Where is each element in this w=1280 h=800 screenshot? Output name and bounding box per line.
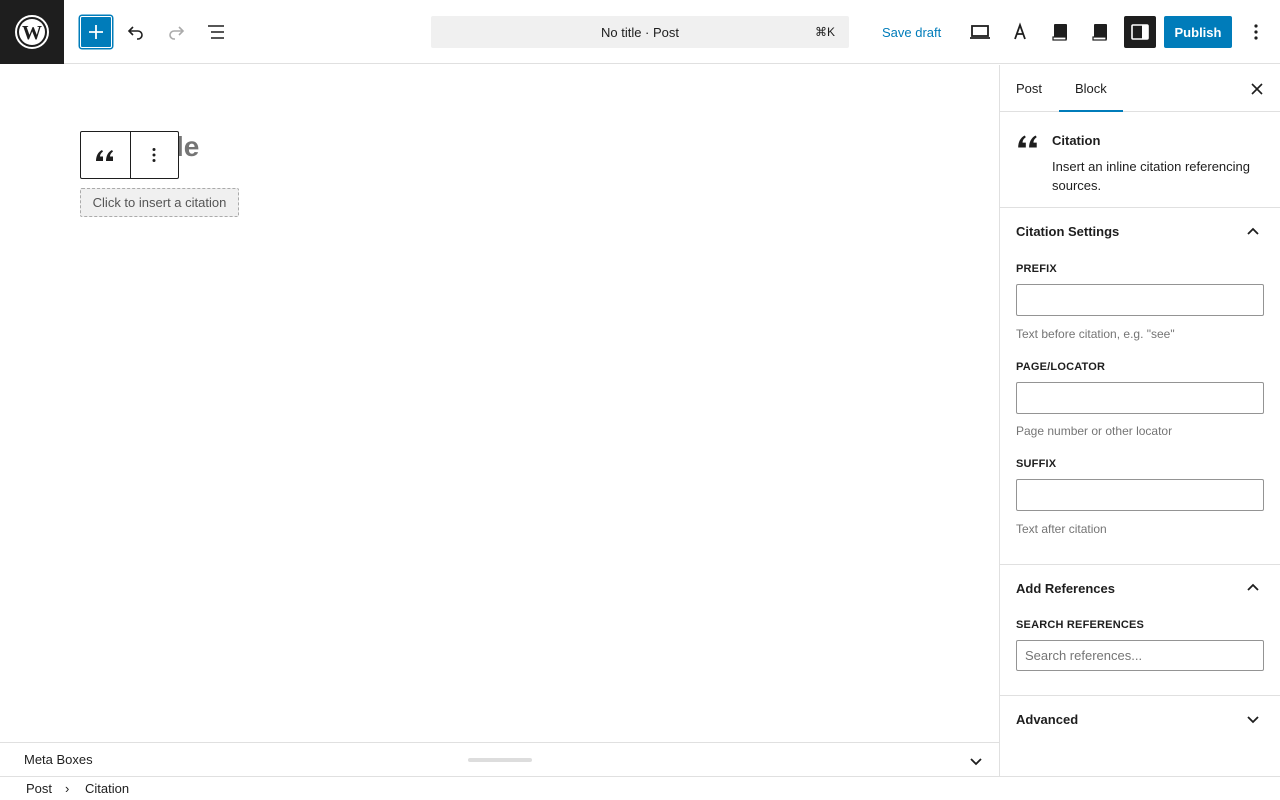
prefix-input[interactable]	[1016, 284, 1264, 316]
add-references-toggle[interactable]	[1246, 580, 1260, 594]
wordpress-logo-button[interactable]: W	[0, 0, 64, 64]
block-breadcrumb: Post › Citation	[0, 776, 1280, 800]
block-toolbar	[80, 131, 179, 179]
undo-icon	[127, 26, 143, 40]
search-references-input[interactable]	[1016, 640, 1264, 671]
plugin-book-button-2[interactable]	[1084, 16, 1116, 48]
tab-block[interactable]: Block	[1059, 65, 1123, 112]
citation-settings-toggle[interactable]	[1246, 224, 1260, 238]
breadcrumb-item-post[interactable]: Post	[26, 781, 52, 796]
meta-boxes-label: Meta Boxes	[24, 752, 93, 767]
breadcrumb-separator: ›	[65, 781, 70, 796]
sidebar-tabs: Post Block	[1000, 65, 1280, 112]
redo-button[interactable]	[160, 16, 192, 48]
tab-post[interactable]: Post	[1000, 65, 1058, 112]
tab-post-label: Post	[1016, 81, 1043, 96]
locator-input[interactable]	[1016, 382, 1264, 414]
block-icon	[1016, 130, 1040, 152]
settings-sidebar-toggle[interactable]	[1124, 16, 1156, 48]
block-type-button[interactable]	[81, 132, 130, 178]
quote-icon	[96, 150, 114, 161]
tab-block-label: Block	[1075, 81, 1107, 96]
book-icon	[1092, 24, 1107, 41]
breadcrumb-item-citation[interactable]: Citation	[85, 781, 129, 796]
suffix-label: SUFFIX	[1016, 458, 1057, 470]
redo-icon	[169, 26, 185, 40]
search-references-label: SEARCH REFERENCES	[1016, 619, 1145, 631]
document-title-bar[interactable]: No title · Post ⌘K	[431, 16, 849, 48]
undo-button[interactable]	[120, 16, 152, 48]
publish-button[interactable]: Publish	[1164, 16, 1232, 48]
block-card: Citation Insert an inline citation refer…	[1000, 112, 1280, 208]
block-name: Citation	[1052, 133, 1101, 148]
chevron-down-icon	[970, 758, 982, 766]
resize-handle[interactable]	[468, 758, 532, 762]
more-vertical-icon	[152, 148, 156, 162]
quote-icon	[1018, 135, 1037, 148]
close-icon	[1251, 83, 1263, 95]
preview-device-button[interactable]	[964, 16, 996, 48]
block-description: Insert an inline citation referencing so…	[1052, 159, 1251, 193]
meta-boxes-panel: Meta Boxes	[0, 742, 999, 776]
editor-canvas[interactable]: le Click to insert a citation	[0, 65, 999, 743]
desktop-icon	[970, 25, 990, 39]
plus-icon	[89, 25, 103, 39]
document-overview-button[interactable]	[200, 16, 232, 48]
post-title-placeholder[interactable]: le	[176, 131, 199, 163]
suffix-help: Text after citation	[1016, 522, 1107, 536]
editor-header: W No title · Post ⌘K Save draft Publish	[0, 0, 1280, 64]
chevron-up-icon	[1247, 583, 1259, 591]
meta-boxes-toggle[interactable]	[968, 753, 984, 769]
book-icon	[1052, 24, 1067, 41]
typography-button[interactable]	[1004, 16, 1036, 48]
chevron-down-icon	[1247, 716, 1259, 724]
more-vertical-icon	[1254, 24, 1258, 40]
save-draft-button[interactable]: Save draft	[872, 16, 951, 48]
prefix-help: Text before citation, e.g. "see"	[1016, 327, 1175, 341]
block-inserter-button[interactable]	[80, 16, 112, 48]
suffix-input[interactable]	[1016, 479, 1264, 511]
locator-help: Page number or other locator	[1016, 424, 1173, 438]
wordpress-logo-icon: W	[15, 15, 49, 49]
add-references-title[interactable]: Add References	[1016, 581, 1115, 596]
options-menu-button[interactable]	[1240, 16, 1272, 48]
prefix-label: PREFIX	[1016, 263, 1057, 275]
document-title: No title · Post	[600, 24, 680, 40]
panel-divider	[1000, 695, 1280, 696]
chevron-up-icon	[1247, 227, 1259, 235]
list-view-icon	[208, 25, 224, 39]
locator-label: PAGE/LOCATOR	[1016, 361, 1106, 373]
svg-text:W: W	[22, 22, 42, 44]
font-icon	[1014, 22, 1026, 40]
settings-sidebar: Post Block Citation Insert an inline cit…	[999, 65, 1280, 776]
advanced-title[interactable]: Advanced	[1016, 712, 1078, 727]
block-options-button[interactable]	[129, 132, 179, 178]
plugin-book-button[interactable]	[1044, 16, 1076, 48]
command-palette-shortcut: ⌘K	[814, 25, 835, 39]
sidebar-icon	[1131, 24, 1149, 40]
advanced-toggle[interactable]	[1246, 712, 1260, 726]
citation-settings-title[interactable]: Citation Settings	[1016, 224, 1119, 239]
citation-block-placeholder[interactable]: Click to insert a citation	[80, 188, 239, 217]
close-sidebar-button[interactable]	[1247, 79, 1267, 99]
panel-divider	[1000, 564, 1280, 565]
